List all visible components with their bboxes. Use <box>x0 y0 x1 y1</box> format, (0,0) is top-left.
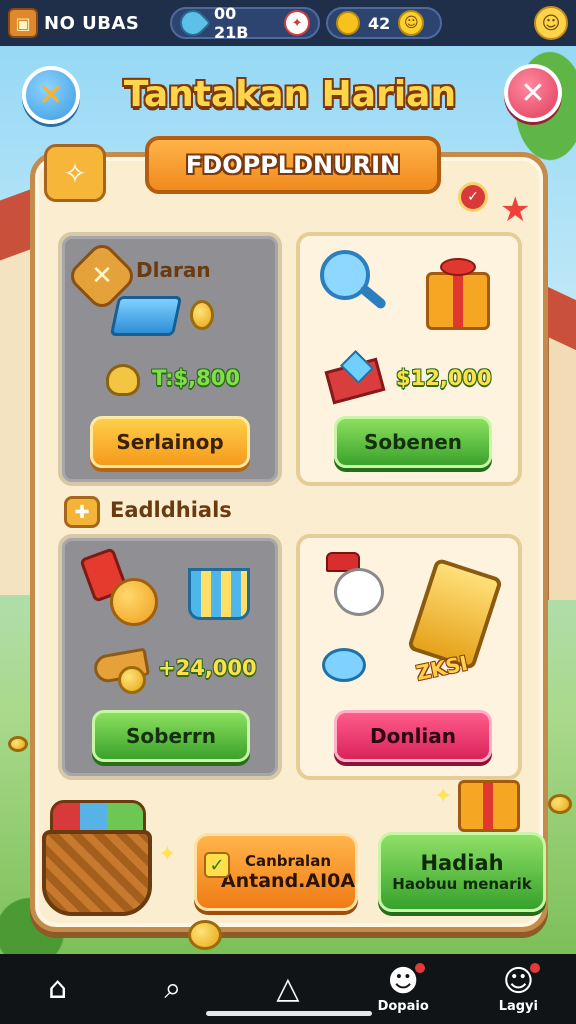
avatar-icon[interactable]: ☺ <box>534 6 568 40</box>
page-title: Tantakan Harian <box>123 74 457 115</box>
chest-icon[interactable]: ▣ <box>8 8 38 38</box>
smile-coin-icon: ☺ <box>398 10 425 36</box>
coin-icon <box>548 794 572 814</box>
coin-icon <box>8 736 28 752</box>
gift-basket-icon <box>42 830 152 916</box>
card-price: T:$,800 <box>152 366 240 390</box>
claim-line2: Antand.AI0A <box>220 870 356 892</box>
sparkle-icon: ✦ <box>158 842 177 867</box>
blue-coin-icon <box>322 648 366 682</box>
nav-home[interactable]: ⌂ <box>13 957 103 1021</box>
timer-value: 00 21B <box>213 4 249 42</box>
banner-emblem-icon: ✧ <box>44 144 106 202</box>
coin-pill[interactable]: 42 ☺ <box>326 7 442 39</box>
tools-icon[interactable]: ✕ <box>22 66 80 124</box>
top-status-bar: ▣ NO UBAS 00 21B ✦ 42 ☺ ☺ <box>0 0 576 46</box>
timer-pill[interactable]: 00 21B ✦ <box>170 4 320 42</box>
card-label: Dlaran <box>136 258 211 282</box>
orange-ball-icon <box>110 578 158 626</box>
coin-icon <box>118 666 146 694</box>
nav-character[interactable]: ☺ Lagyi <box>473 957 563 1021</box>
blue-box-icon <box>109 296 183 336</box>
reward-card: +24,000 Soberrn <box>58 534 282 780</box>
claim-line1: Canbralan <box>244 852 331 870</box>
gift-icon <box>458 780 520 832</box>
section-icon: ✚ <box>64 496 100 528</box>
gift-icon <box>426 272 490 330</box>
panel-banner: FDOPPLDNURIN <box>145 136 441 194</box>
search-icon: ⌕ <box>164 971 182 1006</box>
home-indicator[interactable] <box>206 1011 372 1016</box>
player-name: NO UBAS <box>44 12 140 34</box>
magnifier-handle <box>358 283 388 311</box>
reward-card: ZKSI Donlian <box>296 534 522 780</box>
card-price: +24,000 <box>158 656 257 680</box>
card-action-button[interactable]: Donlian <box>334 710 492 762</box>
star-icon: ★ <box>500 190 531 230</box>
nav-label: Lagyi <box>498 998 538 1014</box>
reward-button[interactable]: Hadiah Haobuu menarik <box>378 832 546 912</box>
coin-count: 42 <box>368 13 391 33</box>
claim-text: Canbralan Antand.AI0A <box>221 852 355 892</box>
coin-icon <box>336 11 360 35</box>
reward-line2: Haobuu menarik <box>392 875 532 893</box>
pet-icon: ☻ <box>387 962 426 999</box>
card-price: $12,000 <box>396 366 492 390</box>
rocket-icon <box>174 4 212 42</box>
reward-card: $12,000 Sobenen <box>296 232 522 486</box>
money-bag-icon <box>106 364 140 396</box>
card-action-button[interactable]: Serlainop <box>90 416 250 468</box>
check-icon: ✓ <box>204 852 230 878</box>
house-outline-icon: △ <box>276 971 300 1006</box>
section-label: Eadldhials <box>110 498 232 522</box>
snowman-icon <box>334 568 384 616</box>
background-house-right <box>543 284 576 600</box>
reward-card: ✕ Dlaran T:$,800 Serlainop <box>58 232 282 486</box>
gift-bow <box>440 258 476 276</box>
close-icon: ✕ <box>520 75 546 111</box>
card-tag: ZKSI <box>414 650 470 686</box>
nav-search[interactable]: ⌕ <box>128 957 218 1021</box>
card-action-button[interactable]: Soberrn <box>92 710 250 762</box>
character-icon: ☺ <box>502 962 541 999</box>
sparkle-icon: ✦ <box>434 784 453 809</box>
medal-icon: ✓ <box>458 182 488 212</box>
coin-icon <box>190 300 214 330</box>
nav-label: Dopaio <box>377 998 429 1014</box>
reward-line1: Hadiah <box>420 851 504 875</box>
badge-icon: ✦ <box>284 10 310 36</box>
close-button[interactable]: ✕ <box>504 64 562 122</box>
coin-icon <box>188 920 222 950</box>
home-icon: ⌂ <box>48 971 68 1006</box>
card-action-button[interactable]: Sobenen <box>334 416 492 468</box>
gift-bucket-icon <box>188 568 250 620</box>
